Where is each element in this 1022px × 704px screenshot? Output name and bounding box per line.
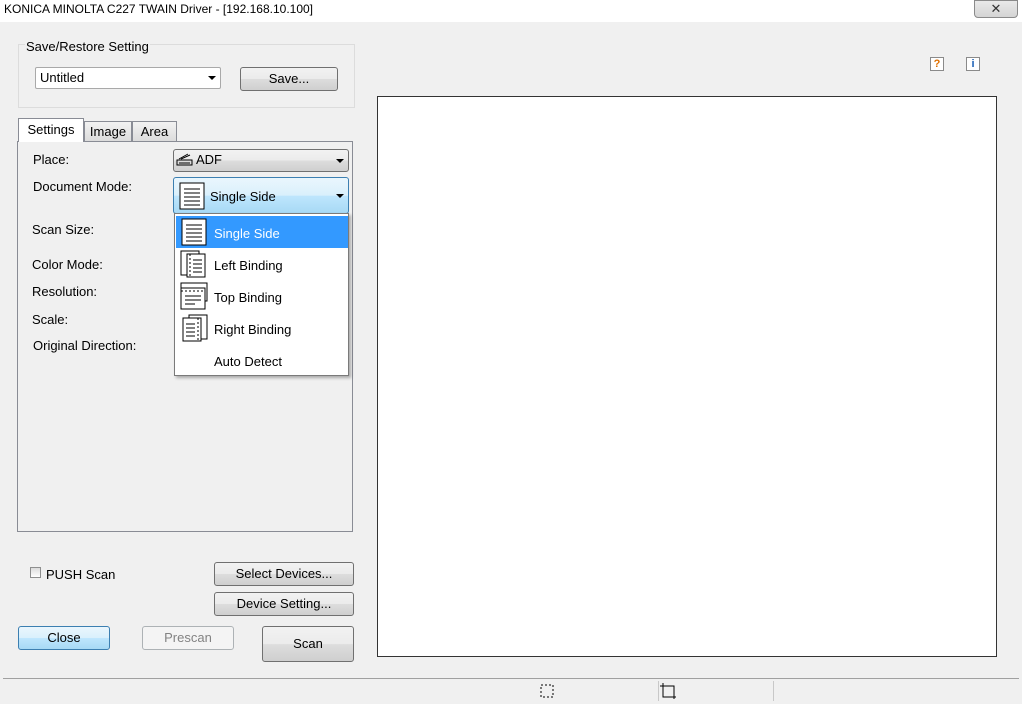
chevron-down-icon xyxy=(336,158,344,163)
document-mode-selected-value: Single Side xyxy=(210,189,276,204)
dropdown-option-single-side[interactable]: Single Side xyxy=(176,216,348,248)
place-label: Place: xyxy=(33,152,70,167)
save-restore-select[interactable]: Untitled xyxy=(35,67,221,89)
select-devices-button[interactable]: Select Devices... xyxy=(214,562,354,586)
status-divider xyxy=(773,681,774,701)
document-mode-label: Document Mode: xyxy=(33,179,132,194)
help-icon[interactable]: ? xyxy=(930,57,944,71)
info-icon[interactable]: i xyxy=(966,57,980,71)
device-setting-button[interactable]: Device Setting... xyxy=(214,592,354,616)
scan-button[interactable]: Scan xyxy=(262,626,354,662)
prescan-button[interactable]: Prescan xyxy=(142,626,234,650)
save-restore-label: Save/Restore Setting xyxy=(25,39,150,54)
chevron-down-icon xyxy=(208,76,216,80)
single-side-icon xyxy=(181,218,207,246)
top-binding-icon xyxy=(180,282,208,310)
status-bar xyxy=(3,678,1019,702)
save-button[interactable]: Save... xyxy=(240,67,338,91)
dropdown-option-top-binding[interactable]: Top Binding xyxy=(176,280,348,312)
color-mode-label: Color Mode: xyxy=(32,257,103,272)
original-direction-label: Original Direction: xyxy=(33,338,137,353)
push-scan-checkbox[interactable] xyxy=(30,567,41,578)
crop-area-icon[interactable] xyxy=(659,682,677,700)
save-restore-selected-value: Untitled xyxy=(40,70,85,85)
push-scan-label: PUSH Scan xyxy=(46,567,116,582)
place-select[interactable]: ADF xyxy=(173,149,349,172)
adf-scanner-icon xyxy=(176,153,193,166)
dropdown-option-right-binding[interactable]: Right Binding xyxy=(176,312,348,344)
chevron-down-icon xyxy=(336,193,344,198)
resolution-label: Resolution: xyxy=(32,284,98,299)
single-side-icon xyxy=(179,182,205,210)
dropdown-option-left-binding[interactable]: Left Binding xyxy=(176,248,348,280)
tab-settings[interactable]: Settings xyxy=(18,118,84,142)
tab-area[interactable]: Area xyxy=(132,121,177,141)
left-binding-icon xyxy=(180,250,206,278)
tab-image[interactable]: Image xyxy=(84,121,132,141)
dropdown-option-label: Auto Detect xyxy=(214,354,282,369)
document-mode-select[interactable]: Single Side xyxy=(173,177,349,214)
dropdown-option-label: Top Binding xyxy=(214,290,282,305)
help-icon-glyph: ? xyxy=(933,58,941,70)
dropdown-option-label: Right Binding xyxy=(214,322,292,337)
dropdown-option-auto-detect[interactable]: Auto Detect xyxy=(176,344,348,376)
title-bar: KONICA MINOLTA C227 TWAIN Driver - [192.… xyxy=(0,0,1022,22)
close-button[interactable]: Close xyxy=(18,626,110,650)
right-binding-icon xyxy=(182,314,208,342)
info-icon-glyph: i xyxy=(971,58,975,70)
document-mode-dropdown-list: Single Side Left Binding Top Binding Rig… xyxy=(174,213,349,376)
select-area-icon[interactable] xyxy=(538,682,556,700)
dropdown-option-label: Left Binding xyxy=(214,258,283,273)
place-selected-value: ADF xyxy=(196,152,222,167)
twain-driver-window: KONICA MINOLTA C227 TWAIN Driver - [192.… xyxy=(0,0,1022,704)
preview-area[interactable] xyxy=(377,96,997,657)
window-close-button[interactable]: ✕ xyxy=(974,0,1018,18)
window-title: KONICA MINOLTA C227 TWAIN Driver - [192.… xyxy=(4,2,314,16)
scale-label: Scale: xyxy=(32,312,69,327)
scan-size-label: Scan Size: xyxy=(32,222,95,237)
dropdown-option-label: Single Side xyxy=(214,226,280,241)
